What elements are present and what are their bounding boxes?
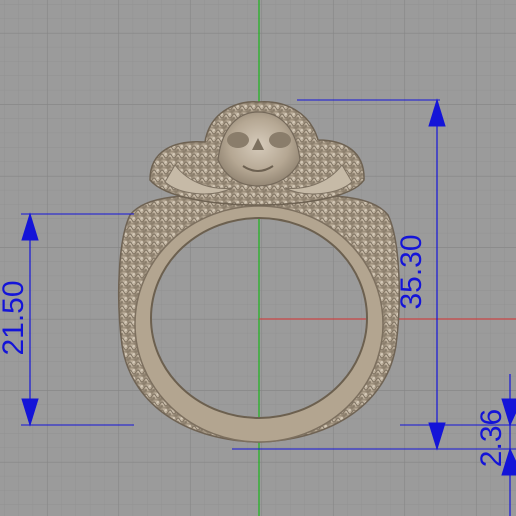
dimension-label-inner-diameter[interactable]: 21.50: [0, 280, 30, 355]
dimension-label-total-height[interactable]: 35.30: [395, 234, 428, 309]
front-viewport[interactable]: 35.30 21.50 2.36: [0, 0, 516, 516]
viewport-canvas[interactable]: [0, 0, 516, 516]
skull-eye-right: [269, 132, 291, 148]
dimension-label-shank-thickness[interactable]: 2.36: [475, 409, 508, 467]
skull-eye-left: [227, 132, 249, 148]
